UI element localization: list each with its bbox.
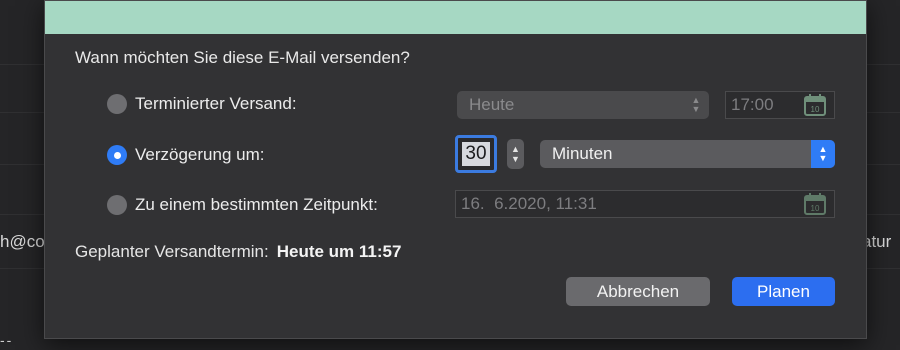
option-scheduled-label: Terminierter Versand:	[135, 94, 297, 113]
radio-scheduled[interactable]	[107, 94, 127, 114]
dialog-prompt: Wann möchten Sie diese E-Mail versenden?	[75, 48, 410, 67]
dialog-accent-strip	[45, 1, 866, 34]
cancel-button[interactable]: Abbrechen	[566, 277, 710, 306]
radio-specific-time[interactable]	[107, 195, 127, 215]
planned-send-summary: Geplanter Versandtermin: Heute um 11:57	[75, 242, 401, 262]
specific-datetime-value: 16. 6.2020, 11:31	[461, 194, 597, 213]
scheduled-time-field[interactable]: 17:00 10	[725, 91, 835, 119]
delay-amount-value: 30	[462, 142, 490, 166]
scheduled-day-value: Heute	[469, 95, 515, 114]
schedule-button[interactable]: Planen	[732, 277, 835, 306]
calendar-icon[interactable]: 10	[802, 93, 828, 117]
option-delay-label: Verzögerung um:	[135, 145, 265, 164]
specific-datetime-field[interactable]: 16. 6.2020, 11:31 10	[455, 190, 835, 218]
option-delay[interactable]: Verzögerung um:	[107, 143, 264, 167]
summary-value: Heute um 11:57	[276, 242, 402, 261]
radio-delay[interactable]	[107, 145, 127, 165]
delay-amount-input[interactable]: 30	[455, 135, 497, 173]
schedule-send-dialog: Wann möchten Sie diese E-Mail versenden?…	[44, 0, 867, 339]
chevron-down-icon[interactable]: ▼	[511, 154, 520, 164]
svg-text:10: 10	[811, 105, 820, 114]
calendar-icon[interactable]: 10	[802, 192, 828, 216]
scheduled-time-value: 17:00	[731, 95, 774, 114]
scheduled-day-popup[interactable]: Heute ▲ ▼	[457, 91, 709, 119]
up-down-chevron-icon: ▲ ▼	[691, 95, 701, 114]
delay-unit-popup[interactable]: Minuten ▲ ▼	[540, 140, 835, 168]
summary-label: Geplanter Versandtermin:	[75, 242, 269, 261]
option-specific-time[interactable]: Zu einem bestimmten Zeitpunkt:	[107, 193, 378, 217]
chevron-up-icon[interactable]: ▲	[511, 144, 520, 154]
option-specific-time-label: Zu einem bestimmten Zeitpunkt:	[135, 195, 378, 214]
background-address-text: h@co	[0, 232, 45, 251]
delay-amount-stepper[interactable]: ▲ ▼	[507, 139, 524, 169]
svg-text:10: 10	[811, 204, 820, 213]
option-scheduled[interactable]: Terminierter Versand:	[107, 92, 297, 116]
delay-unit-value: Minuten	[552, 144, 613, 163]
background-dash: --	[0, 332, 14, 348]
up-down-chevron-icon: ▲ ▼	[811, 140, 835, 168]
